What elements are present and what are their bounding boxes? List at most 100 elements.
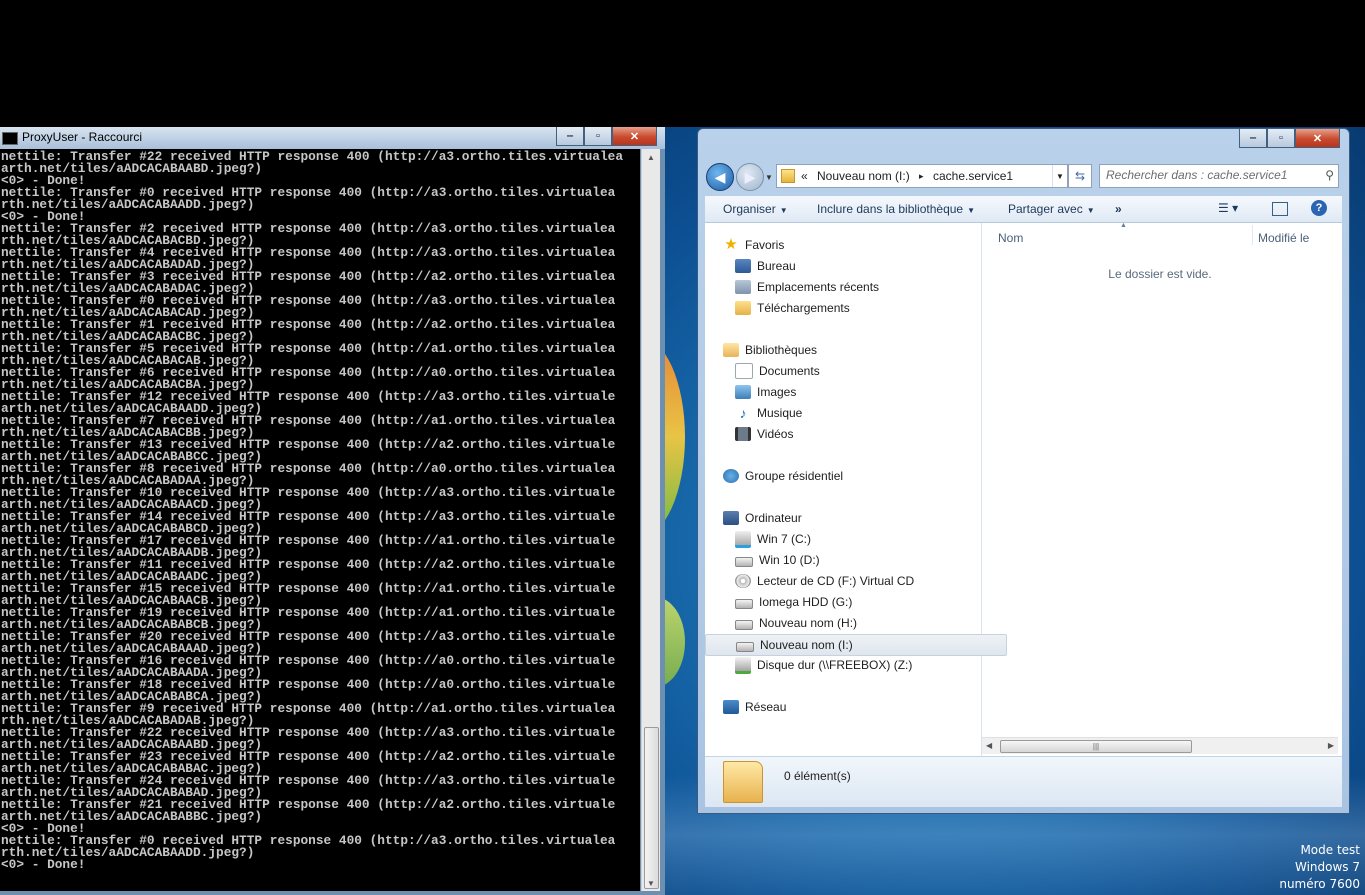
downloads-icon [735,301,751,315]
console-scrollbar[interactable]: ▲ ▼ [641,149,660,891]
nav-videos[interactable]: Vidéos [705,424,1007,444]
nav-drive-g[interactable]: Iomega HDD (G:) [705,592,1007,612]
search-icon[interactable]: ⚲ [1325,168,1334,182]
watermark-line: Windows 7 [1294,860,1360,874]
nav-label: Win 10 (D:) [759,553,820,567]
include-in-library-menu[interactable]: Inclure dans la bibliothèque ▼ [817,202,975,216]
hard-drive-icon [735,620,753,630]
nav-label: Favoris [745,238,785,252]
nav-label: Iomega HDD (G:) [759,595,853,609]
desktop-icon [735,259,751,273]
explorer-window[interactable]: ‒ ▫ ✕ ◀ ▶ ▼ « Nouveau nom (I:) ▸ cache.s… [697,128,1350,814]
close-button[interactable]: ✕ [612,127,657,146]
wallpaper-streak [665,597,685,687]
refresh-button[interactable]: ⇆ [1068,164,1092,188]
console-window[interactable]: ProxyUser - Raccourci ‒ ▫ ✕ nettile: Tra… [0,127,665,895]
breadcrumb-current[interactable]: cache.service1 [933,169,1013,183]
nav-label: Images [757,385,797,399]
network-icon [723,700,739,714]
nav-label: Musique [757,406,803,420]
documents-icon [735,363,753,379]
back-button[interactable]: ◀ [706,163,734,191]
star-icon: ★ [724,236,738,253]
minimize-button[interactable]: ‒ [556,127,584,146]
recent-places-icon [735,280,751,294]
images-icon [735,385,751,399]
nav-drive-c[interactable]: Win 7 (C:) [705,529,1007,549]
hard-drive-icon [735,557,753,567]
hard-drive-icon [735,599,753,609]
nav-drive-h[interactable]: Nouveau nom (H:) [705,613,1007,633]
nav-label: Bibliothèques [745,343,818,357]
address-bar[interactable]: « Nouveau nom (I:) ▸ cache.service1 ▼ [776,164,1068,188]
folder-icon [781,169,795,183]
column-divider[interactable] [1252,225,1253,245]
nav-network[interactable]: Réseau [705,697,995,717]
recent-pages-dropdown-icon[interactable]: ▼ [765,173,773,182]
nav-label: Emplacements récents [757,280,880,294]
maximize-button[interactable]: ▫ [1267,129,1295,148]
search-input[interactable] [1106,165,1316,185]
breadcrumb-overflow[interactable]: « [801,169,808,183]
nav-drive-d[interactable]: Win 10 (D:) [705,550,1007,570]
nav-homegroup[interactable]: Groupe résidentiel [705,466,995,486]
file-list[interactable]: Nom ▲ Modifié le Le dossier est vide. ◀ … [982,222,1342,756]
nav-downloads[interactable]: Téléchargements [705,298,1007,318]
empty-folder-message: Le dossier est vide. [1108,267,1212,281]
nav-recent-places[interactable]: Emplacements récents [705,277,1007,297]
nav-label: Vidéos [757,427,794,441]
view-options-icon[interactable]: ☰ ▾ [1218,201,1238,215]
item-count: 0 élément(s) [784,769,851,783]
nav-label: Disque dur (\\FREEBOX) (Z:) [757,658,913,672]
console-app-icon[interactable] [2,132,18,145]
nav-desktop[interactable]: Bureau [705,256,1007,276]
scroll-thumb[interactable] [644,727,659,889]
column-header-modified[interactable]: Modifié le [1258,231,1309,245]
preview-pane-icon[interactable] [1272,202,1288,216]
explorer-body: ★ Favoris Bureau Emplacements récents Tél… [705,222,1342,756]
address-dropdown-icon[interactable]: ▼ [1052,165,1067,187]
column-header-name[interactable]: Nom [998,231,1023,245]
share-with-menu[interactable]: Partager avec ▼ [1008,202,1095,216]
help-icon[interactable]: ? [1311,200,1327,216]
organize-label: Organiser [723,202,776,216]
breadcrumb-parent[interactable]: Nouveau nom (I:) [817,169,910,183]
nav-favorites[interactable]: ★ Favoris [705,235,995,255]
console-output[interactable]: nettile: Transfer #22 received HTTP resp… [0,149,640,891]
nav-drive-f[interactable]: Lecteur de CD (F:) Virtual CD [705,571,1007,591]
console-titlebar[interactable]: ProxyUser - Raccourci ‒ ▫ ✕ [0,127,665,149]
test-mode-watermark: Mode test Windows 7 numéro 7600 [1279,842,1360,893]
nav-drive-z[interactable]: Disque dur (\\FREEBOX) (Z:) [705,655,1007,675]
organize-menu[interactable]: Organiser ▼ [723,202,788,216]
videos-icon [735,427,751,441]
breadcrumb-separator[interactable]: ▸ [919,171,924,182]
minimize-button[interactable]: ‒ [1239,129,1267,148]
scroll-down-arrow-icon[interactable]: ▼ [642,875,660,891]
nav-computer[interactable]: Ordinateur [705,508,995,528]
scroll-left-arrow-icon[interactable]: ◀ [986,741,992,750]
more-commands-button[interactable]: » [1115,202,1122,216]
nav-images[interactable]: Images [705,382,1007,402]
scroll-thumb[interactable]: ||| [1000,740,1192,753]
sort-arrow-icon: ▲ [1120,222,1127,229]
chevron-down-icon: ▼ [1086,206,1095,215]
maximize-button[interactable]: ▫ [584,127,612,146]
forward-button[interactable]: ▶ [736,163,764,191]
horizontal-scrollbar[interactable]: ◀ ||| ▶ [982,737,1338,754]
close-button[interactable]: ✕ [1295,129,1340,148]
nav-documents[interactable]: Documents [705,361,1007,381]
network-drive-icon [735,656,751,674]
share-label: Partager avec [1008,202,1083,216]
nav-libraries[interactable]: Bibliothèques [705,340,995,360]
nav-music[interactable]: ♪ Musique [705,403,1007,423]
search-box[interactable]: ⚲ [1099,164,1339,188]
nav-label: Lecteur de CD (F:) Virtual CD [757,574,915,588]
navigation-pane[interactable]: ★ Favoris Bureau Emplacements récents Tél… [705,223,1007,756]
scroll-right-arrow-icon[interactable]: ▶ [1328,741,1334,750]
nav-label: Bureau [757,259,796,273]
cd-drive-icon [735,574,751,588]
chevron-down-icon: ▼ [779,206,788,215]
nav-drive-i[interactable]: Nouveau nom (I:) [705,634,1007,656]
command-bar: Organiser ▼ Inclure dans la bibliothèque ▼… [705,196,1342,223]
scroll-up-arrow-icon[interactable]: ▲ [642,149,660,165]
